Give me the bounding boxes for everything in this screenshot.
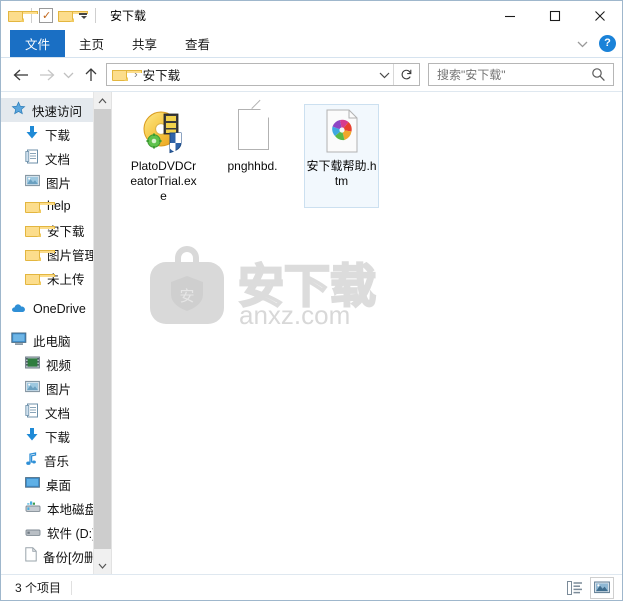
tab-home[interactable]: 主页 (65, 32, 118, 55)
customize-chevron-icon[interactable] (79, 11, 88, 20)
folder-icon (25, 272, 55, 285)
sidebar-item-label: 下载 (45, 128, 71, 143)
download-arrow-icon (25, 427, 39, 445)
breadcrumb-folder-icon (112, 68, 142, 81)
pictures-icon (25, 174, 40, 190)
this-pc-icon (11, 332, 27, 349)
tab-file[interactable]: 文件 (10, 30, 66, 57)
watermark-logo: 安 安下载 anxz.com (142, 244, 442, 330)
sidebar-item-label: 图片 (46, 382, 72, 397)
quick-access-toolbar: ✓ 安下载 (1, 7, 146, 24)
address-bar: › 安下载 (1, 58, 622, 91)
pictures-icon (25, 380, 40, 396)
tab-share[interactable]: 共享 (118, 32, 171, 55)
file-list-pane[interactable]: PlatoDVDCreatorTrial.exe pnghhbd. 安下载帮助.… (112, 92, 622, 574)
ribbon-tab-bar: 文件 主页 共享 查看 ? (1, 30, 622, 58)
svg-text:安下载: 安下载 (238, 260, 376, 312)
folder-icon (25, 200, 55, 213)
chevron-up-icon[interactable] (94, 92, 111, 109)
sidebar-item-label: 图片 (46, 176, 72, 191)
scrollbar-thumb[interactable] (94, 109, 111, 549)
sidebar-item-label: 音乐 (44, 454, 70, 469)
file-item[interactable]: pnghhbd. (215, 99, 290, 208)
page-icon (25, 547, 37, 565)
view-buttons (564, 575, 614, 600)
documents-icon (25, 403, 39, 421)
sidebar-item-label: 下载 (45, 430, 71, 445)
file-name: PlatoDVDCreatorTrial.exe (130, 159, 197, 203)
sidebar-item-label: 快速访问 (32, 104, 83, 119)
explorer-body: 快速访问 下载 文档 图片 help 安下载 图片管理器 未上传 OneDriv… (1, 91, 622, 574)
breadcrumb[interactable]: › 安下载 (106, 63, 420, 86)
search-box[interactable] (428, 63, 614, 86)
sidebar-item-label: 备份[勿删] (43, 550, 100, 565)
details-view-button[interactable] (564, 578, 586, 598)
new-folder-icon[interactable] (58, 9, 88, 22)
file-items: PlatoDVDCreatorTrial.exe pnghhbd. 安下载帮助.… (112, 92, 622, 208)
tab-view[interactable]: 查看 (171, 32, 224, 55)
ribbon-right-controls: ? (574, 30, 616, 57)
sidebar-item-label: 桌面 (46, 478, 72, 493)
sidebar-item-label: 软件 (D:) (47, 526, 97, 541)
window-controls (487, 1, 622, 30)
status-divider (71, 580, 73, 595)
html-chrome-document-icon (318, 107, 366, 155)
dvd-creator-app-icon (140, 107, 188, 155)
svg-text:安: 安 (179, 288, 194, 305)
item-count: 3 个项目 (15, 581, 62, 595)
folder-icon (25, 224, 55, 237)
up-button[interactable] (78, 62, 103, 87)
folder-icon (25, 248, 55, 261)
file-item[interactable]: 安下载帮助.htm (304, 104, 379, 208)
folder-icon[interactable] (8, 9, 38, 22)
drive-icon (25, 524, 41, 540)
chevron-down-icon[interactable] (94, 557, 111, 574)
search-icon[interactable] (591, 67, 606, 85)
sidebar-item-label: 未上传 (47, 272, 85, 287)
refresh-icon[interactable] (393, 64, 419, 85)
star-icon (11, 101, 26, 119)
sidebar-item-label: 安下载 (47, 224, 85, 239)
properties-icon[interactable]: ✓ (39, 8, 53, 23)
desktop-icon (25, 476, 40, 492)
file-name: pnghhbd. (227, 159, 278, 173)
download-arrow-icon (25, 125, 39, 143)
sidebar-item-label: 文档 (45, 152, 71, 167)
navigation-scrollbar[interactable] (93, 92, 111, 574)
back-button[interactable] (9, 62, 34, 87)
chevron-down-icon[interactable] (574, 36, 590, 52)
sidebar-item-label: 文档 (45, 406, 71, 421)
breadcrumb-dropdown-icon[interactable] (375, 64, 393, 85)
toolbar-divider-2 (95, 8, 96, 23)
videos-icon (25, 356, 40, 372)
onedrive-cloud-icon (11, 302, 27, 317)
sidebar-item-label: OneDrive (33, 302, 86, 316)
local-disk-icon (25, 500, 41, 516)
file-item[interactable]: PlatoDVDCreatorTrial.exe (126, 104, 201, 208)
forward-button[interactable] (34, 62, 59, 87)
blank-document-icon (229, 99, 277, 155)
recent-locations-button[interactable] (59, 62, 78, 87)
sidebar-item-label: 此电脑 (33, 334, 71, 349)
status-bar: 3 个项目 (1, 574, 622, 600)
minimize-button[interactable] (487, 1, 532, 30)
breadcrumb-current[interactable]: 安下载 (143, 65, 181, 84)
help-icon[interactable]: ? (599, 35, 616, 52)
close-button[interactable] (577, 1, 622, 30)
large-icons-view-button[interactable] (590, 576, 614, 599)
file-name: 安下载帮助.htm (306, 159, 377, 188)
documents-icon (25, 149, 39, 167)
music-note-icon (25, 451, 38, 469)
title-bar: ✓ 安下载 (1, 1, 622, 30)
sidebar-item-label: 视频 (46, 358, 72, 373)
navigation-pane: 快速访问 下载 文档 图片 help 安下载 图片管理器 未上传 OneDriv… (1, 92, 111, 574)
search-input[interactable] (429, 66, 589, 83)
svg-text:anxz.com: anxz.com (239, 300, 350, 329)
file-explorer-window: ✓ 安下载 文件 主页 共享 查看 ? › 安下载 搜索"安下载" 快速访问 下… (0, 0, 623, 601)
window-title: 安下载 (110, 9, 147, 23)
maximize-button[interactable] (532, 1, 577, 30)
